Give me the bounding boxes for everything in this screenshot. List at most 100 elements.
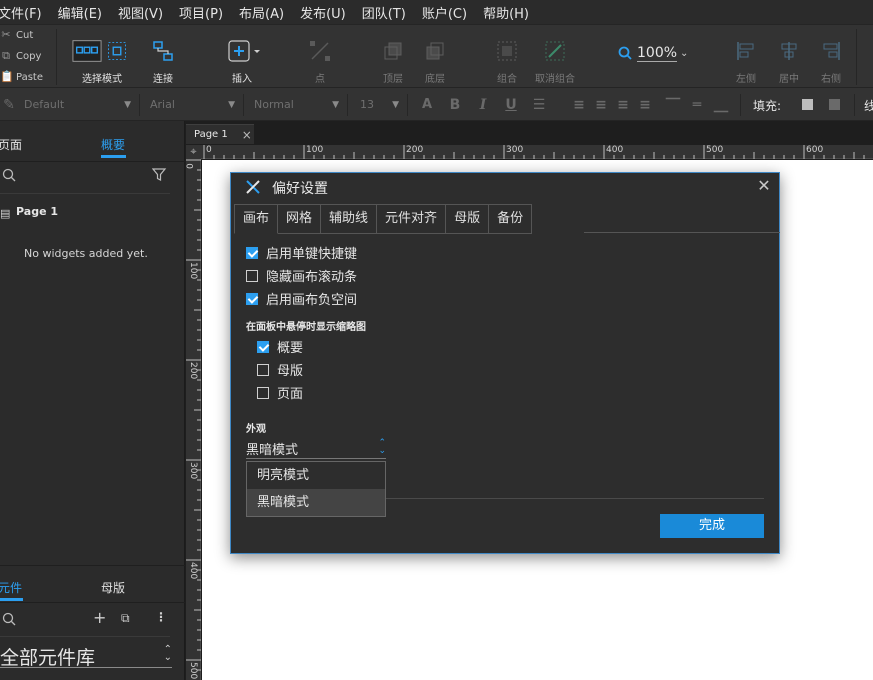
caret-down-icon: ▼ [332, 100, 339, 110]
search-icon[interactable] [2, 168, 16, 182]
appearance-dropdown: 明亮模式 黑暗模式 [246, 461, 386, 517]
align-text-center-icon[interactable]: ≡ [592, 95, 610, 115]
library-copy-icon[interactable]: ⧉ [121, 611, 130, 626]
option-single-key-shortcuts[interactable]: 启用单键快捷键 [246, 243, 357, 262]
layer-top-icon [379, 37, 407, 65]
filter-icon[interactable] [152, 168, 168, 182]
more-options-icon[interactable]: ⋮ [155, 610, 167, 624]
paste-button[interactable]: 📋 Paste [0, 67, 56, 87]
menu-publish[interactable]: 发布(U) [300, 3, 346, 22]
tab-widgets[interactable]: 元件 [0, 579, 22, 596]
library-select[interactable]: 全部元件库 ⌃ ⌄ [0, 642, 172, 669]
checkbox-checked[interactable] [257, 340, 269, 353]
menu-help[interactable]: 帮助(H) [483, 3, 529, 22]
bold-icon[interactable]: B [446, 95, 464, 115]
style-select[interactable]: Default ▼ [24, 94, 140, 116]
outline-page-item[interactable]: Page 1 [16, 205, 58, 218]
add-library-icon[interactable]: + [93, 608, 106, 627]
ruler-origin-icon[interactable]: ⌖ [186, 145, 201, 159]
fill-pattern-swatch[interactable] [829, 99, 840, 110]
dialog-title: 偏好设置 [272, 181, 328, 197]
appearance-section-heading: 外观 [246, 424, 266, 435]
connect-button[interactable]: 连接 [133, 29, 193, 85]
bullet-list-icon[interactable]: ☰ [530, 95, 548, 115]
checkbox-unchecked[interactable] [257, 363, 269, 376]
font-select[interactable]: Arial ▼ [150, 94, 244, 116]
caret-down-icon: ▼ [392, 100, 399, 110]
cut-button[interactable]: ✂ Cut [0, 25, 56, 45]
menu-account[interactable]: 账户(C) [422, 3, 467, 22]
tab-masters[interactable]: 母版 [101, 579, 125, 596]
fill-color-swatch[interactable] [802, 99, 813, 110]
italic-icon[interactable]: I [474, 95, 492, 115]
option-negative-space[interactable]: 启用画布负空间 [246, 289, 357, 308]
send-to-back-button[interactable]: 底层 [405, 29, 465, 85]
horizontal-ruler: 0 100 200 300 400 500 600 [201, 145, 873, 159]
menu-team[interactable]: 团队(T) [362, 3, 406, 22]
valign-top-icon[interactable]: ⎺ [664, 95, 682, 115]
divider [0, 193, 170, 194]
valign-middle-icon[interactable]: ═ [688, 95, 706, 115]
checkbox-checked[interactable] [246, 292, 258, 305]
align-text-left-icon[interactable]: ≡ [570, 95, 588, 115]
search-icon[interactable] [2, 612, 16, 626]
select-mode-button[interactable]: 选择模式 [72, 29, 132, 85]
tab-canvas[interactable]: 画布 [234, 204, 279, 234]
close-icon[interactable]: × [242, 128, 252, 142]
font-size-select[interactable]: 13 ▼ [360, 94, 408, 116]
underline-icon[interactable]: U [502, 95, 520, 115]
checkbox-unchecked[interactable] [257, 386, 269, 399]
align-left-icon [732, 37, 760, 65]
menu-layout[interactable]: 布局(A) [239, 3, 284, 22]
layer-bottom-icon [421, 37, 449, 65]
font-weight-select[interactable]: Normal ▼ [254, 94, 348, 116]
menu-edit[interactable]: 编辑(E) [58, 3, 102, 22]
menu-view[interactable]: 视图(V) [118, 3, 163, 22]
scissors-icon: ✂ [1, 28, 11, 41]
line-label: 线 [864, 99, 873, 113]
thumb-option-pages[interactable]: 页面 [257, 383, 303, 402]
tab-outline[interactable]: 概要 [101, 136, 125, 153]
insert-button[interactable]: 插入 [212, 29, 272, 85]
option-dark-mode[interactable]: 黑暗模式 [247, 489, 385, 516]
valign-bottom-icon[interactable]: ⎽ [712, 95, 730, 115]
zoom-control[interactable]: 100% ⌄ [618, 41, 690, 65]
menu-project[interactable]: 项目(P) [179, 3, 223, 22]
tab-backup[interactable]: 备份 [489, 204, 533, 234]
point-label: 点 [315, 74, 325, 85]
option-hide-scrollbars[interactable]: 隐藏画布滚动条 [246, 266, 357, 285]
checkbox-unchecked[interactable] [246, 269, 258, 282]
thumb-option-outline[interactable]: 概要 [257, 337, 303, 356]
copy-button[interactable]: ⧉ Copy [0, 46, 56, 66]
ruler-label: 300 [188, 462, 198, 480]
paste-label: Paste [16, 71, 43, 83]
caret-down-icon: ▼ [124, 100, 131, 110]
menu-file[interactable]: 文件(F) [0, 3, 42, 22]
option-light-mode[interactable]: 明亮模式 [247, 462, 385, 489]
font-color-icon[interactable]: A [418, 95, 436, 115]
align-text-right-icon[interactable]: ≡ [614, 95, 632, 115]
tab-snap[interactable]: 元件对齐 [377, 204, 447, 234]
app-logo-icon [245, 179, 261, 195]
zoom-search-icon [618, 46, 632, 60]
align-right-button[interactable]: 右侧 [801, 29, 861, 85]
paste-icon: 📋 [0, 70, 14, 83]
document-tab-label: Page 1 [194, 129, 228, 140]
tab-pages[interactable]: 页面 [0, 136, 22, 153]
appearance-select[interactable]: 黑暗模式 ⌃ ⌄ [246, 439, 386, 459]
fill-label: 填充: [753, 99, 782, 113]
point-button[interactable]: 点 [290, 29, 350, 85]
tab-guides[interactable]: 辅助线 [321, 204, 378, 234]
done-button[interactable]: 完成 [660, 514, 764, 538]
justify-text-icon[interactable]: ≡ [636, 95, 654, 115]
tab-masters[interactable]: 母版 [446, 204, 490, 234]
left-label: 左侧 [736, 74, 756, 85]
close-icon[interactable]: ✕ [757, 178, 771, 194]
tab-grid[interactable]: 网格 [278, 204, 322, 234]
select-mode-icon [72, 37, 132, 65]
document-tab[interactable]: Page 1 × [186, 124, 254, 144]
thumb-option-masters[interactable]: 母版 [257, 360, 303, 379]
ungroup-button[interactable]: 取消组合 [525, 29, 585, 85]
checkbox-checked[interactable] [246, 246, 258, 259]
ruler-label: 300 [506, 145, 524, 155]
